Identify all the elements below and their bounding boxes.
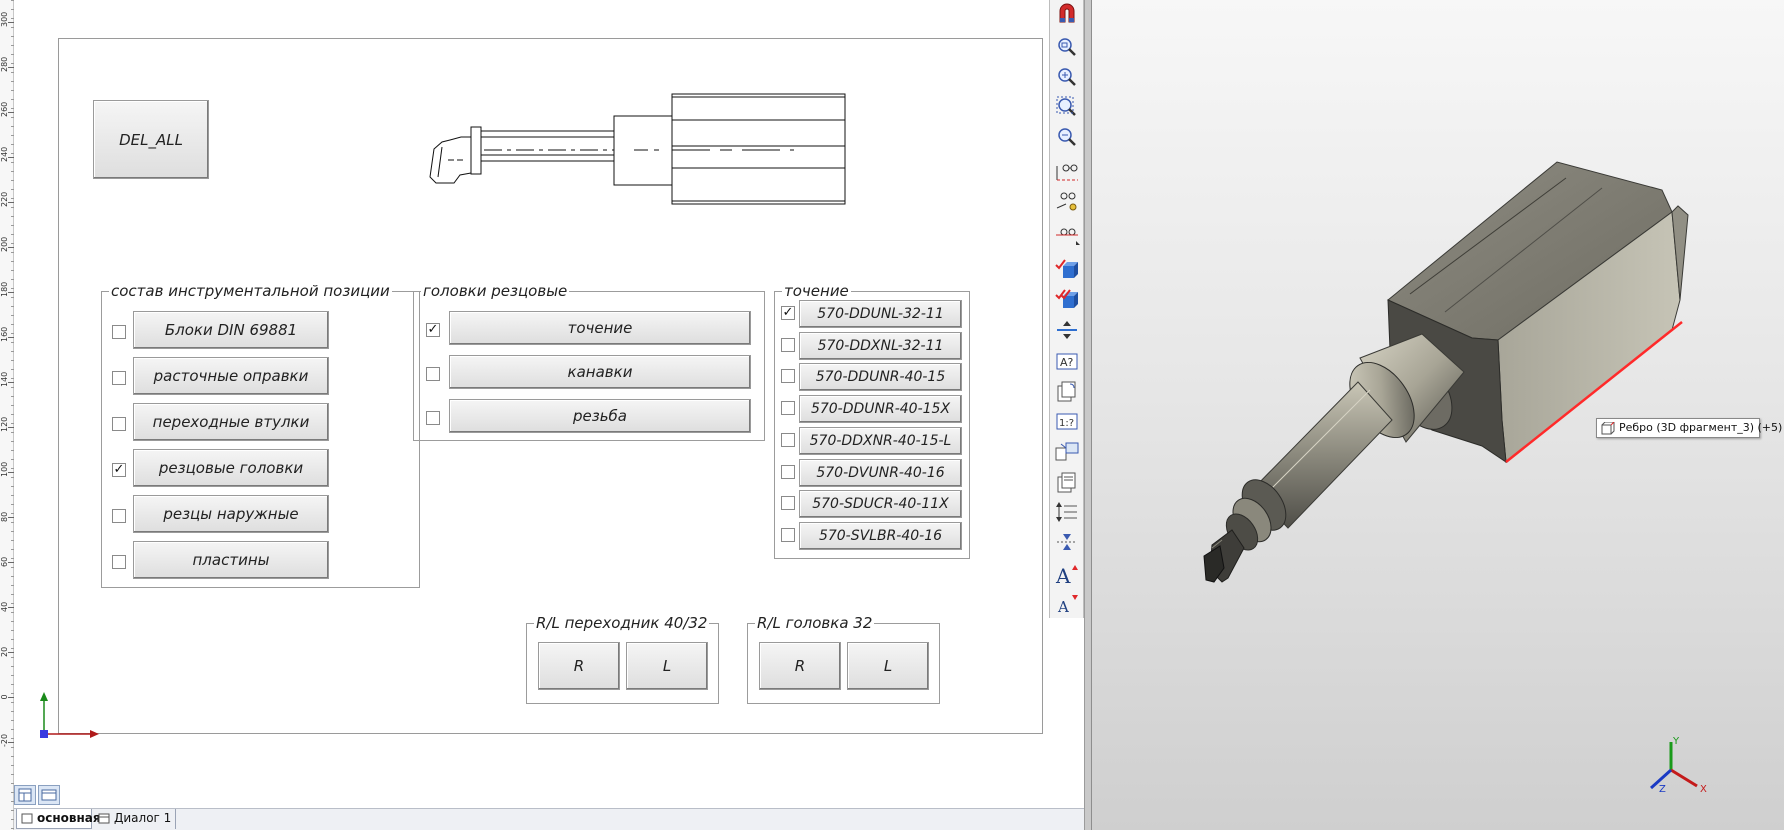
- turning-item-button[interactable]: 570-DDUNR-40-15X: [799, 395, 962, 424]
- turning-checkbox[interactable]: [781, 464, 795, 479]
- composition-group: состав инструментальной позиции Блоки DI…: [101, 282, 420, 588]
- svg-text:A: A: [1055, 564, 1071, 586]
- svg-text:1:?: 1:?: [1059, 418, 1074, 429]
- dialog-icon: [98, 813, 110, 824]
- del-all-button[interactable]: DEL_ALL: [93, 100, 209, 179]
- triad-y-label: Y: [1673, 736, 1680, 747]
- heads-item-button[interactable]: резьба: [449, 399, 751, 433]
- compress-icon[interactable]: [1054, 530, 1080, 554]
- turning-item-button[interactable]: 570-DDXNR-40-15-L: [799, 426, 962, 455]
- composition-item-button[interactable]: переходные втулки: [133, 403, 329, 441]
- svg-text:A: A: [1057, 598, 1069, 616]
- line-spacing-icon[interactable]: [1054, 500, 1080, 524]
- turning-checkbox[interactable]: [781, 527, 795, 542]
- glasses-view-icon[interactable]: [1054, 223, 1080, 247]
- head32-rl-group: R/L головка 32 R L: [747, 614, 940, 704]
- head32-rl-title: R/L головка 32: [755, 614, 875, 632]
- tab-dialog-1[interactable]: Диалог 1: [94, 809, 176, 829]
- triad-z-label: Z: [1659, 784, 1666, 795]
- heads-item-button[interactable]: канавки: [449, 355, 751, 389]
- edge-tooltip: Ребро (3D фрагмент_3) (+5): [1596, 418, 1782, 438]
- vertical-ruler: 300 280 260 240 220 200 180 160 140 120 100 80 60 40 2…: [0, 0, 14, 830]
- turning-item-button[interactable]: 570-SDUCR-40-11X: [799, 490, 962, 519]
- cube-check-icon[interactable]: [1054, 258, 1080, 282]
- edge-tooltip-text: Ребро (3D фрагмент_3) (+5): [1619, 421, 1783, 434]
- composition-checkbox[interactable]: [112, 325, 126, 339]
- turning-item-button[interactable]: 570-DDXNL-32-11: [799, 331, 962, 360]
- adapter-rl-group: R/L переходник 40/32 R L: [526, 614, 719, 704]
- composition-item-button[interactable]: расточные оправки: [133, 357, 329, 395]
- head32-l-button[interactable]: L: [847, 642, 929, 690]
- text-size-icon[interactable]: A?: [1054, 350, 1080, 374]
- drawing-area[interactable]: DEL_ALL состав инструментальной позиции …: [14, 0, 1049, 808]
- zoom-window-icon[interactable]: [1054, 35, 1080, 59]
- turning-checkbox[interactable]: [781, 401, 795, 416]
- tool-sketch: [429, 93, 846, 205]
- composition-checkbox[interactable]: [112, 555, 126, 569]
- head32-r-button[interactable]: R: [759, 642, 841, 690]
- magnet-icon[interactable]: [1054, 0, 1080, 24]
- turning-checkbox[interactable]: [781, 337, 795, 352]
- tab-main-label: основная: [37, 811, 101, 825]
- adapter-rl-title: R/L переходник 40/32: [534, 614, 710, 632]
- view-toolbar: A? 1:? A A: [1049, 0, 1084, 618]
- adapter-r-button[interactable]: R: [538, 642, 620, 690]
- heads-group: головки резцовые ✓ точение канавки резьба: [413, 282, 765, 441]
- tool-3d-model: [1203, 161, 1689, 583]
- heads-item-button[interactable]: точение: [449, 311, 751, 345]
- cube-double-check-icon[interactable]: [1054, 288, 1080, 312]
- axis-triad: [1649, 742, 1698, 790]
- zoom-out-icon[interactable]: [1054, 125, 1080, 149]
- turning-checkbox[interactable]: [781, 369, 795, 384]
- composition-checkbox[interactable]: [112, 509, 126, 523]
- heads-checkbox[interactable]: [426, 411, 440, 425]
- zoom-all-icon[interactable]: [1054, 95, 1080, 119]
- tab-main[interactable]: основная: [16, 809, 101, 829]
- turning-group: точение ✓ 570-DDUNL-32-11 570-DDXNL-32-11 5…: [774, 282, 970, 559]
- dialog-view-button[interactable]: [38, 785, 60, 805]
- sheet-icon: [21, 813, 33, 824]
- composition-checkbox[interactable]: [112, 371, 126, 385]
- page-view-button[interactable]: [14, 785, 36, 805]
- turning-checkbox[interactable]: [781, 432, 795, 447]
- glasses-pick-icon[interactable]: [1054, 190, 1080, 214]
- panel-splitter[interactable]: [1084, 0, 1092, 830]
- turning-checkbox[interactable]: ✓: [781, 306, 795, 320]
- copy-sheet-icon[interactable]: [1054, 380, 1080, 404]
- edge-icon: [1601, 422, 1615, 435]
- tab-dialog-1-label: Диалог 1: [114, 811, 172, 825]
- sheet-axes: [40, 692, 99, 738]
- triad-x-label: X: [1700, 784, 1707, 795]
- composition-item-button[interactable]: Блоки DIN 69881: [133, 311, 329, 349]
- zoom-in-icon[interactable]: [1054, 65, 1080, 89]
- heads-checkbox[interactable]: ✓: [426, 323, 440, 337]
- turning-item-button[interactable]: 570-SVLBR-40-16: [799, 521, 962, 550]
- svg-text:A?: A?: [1060, 356, 1074, 369]
- turning-item-button[interactable]: 570-DDUNL-32-11: [799, 300, 962, 328]
- turning-item-button[interactable]: 570-DDUNR-40-15: [799, 363, 962, 392]
- turning-item-button[interactable]: 570-DVUNR-40-16: [799, 458, 962, 487]
- heads-group-title: головки резцовые: [421, 282, 570, 300]
- glasses-icon[interactable]: [1054, 160, 1080, 184]
- view-mode-buttons: [14, 785, 60, 807]
- document-tabs: основная Диалог 1: [14, 808, 1084, 830]
- font-shrink-icon[interactable]: A: [1054, 592, 1080, 616]
- composition-group-title: состав инструментальной позиции: [109, 282, 392, 300]
- section-icon[interactable]: [1054, 318, 1080, 342]
- composition-item-button[interactable]: пластины: [133, 541, 329, 579]
- turning-checkbox[interactable]: [781, 496, 795, 511]
- 3d-viewport[interactable]: Y X Z: [1092, 0, 1784, 830]
- sheets-icon[interactable]: [1054, 470, 1080, 494]
- composition-checkbox[interactable]: [112, 417, 126, 431]
- composition-item-button[interactable]: резцы наружные: [133, 495, 329, 533]
- font-grow-icon[interactable]: A: [1054, 562, 1080, 588]
- adapter-l-button[interactable]: L: [626, 642, 708, 690]
- composition-checkbox[interactable]: ✓: [112, 463, 126, 477]
- composition-item-button[interactable]: резцовые головки: [133, 449, 329, 487]
- heads-checkbox[interactable]: [426, 367, 440, 381]
- layout-icon[interactable]: [1054, 440, 1080, 464]
- scale-icon[interactable]: 1:?: [1054, 410, 1080, 434]
- turning-group-title: точение: [782, 282, 851, 300]
